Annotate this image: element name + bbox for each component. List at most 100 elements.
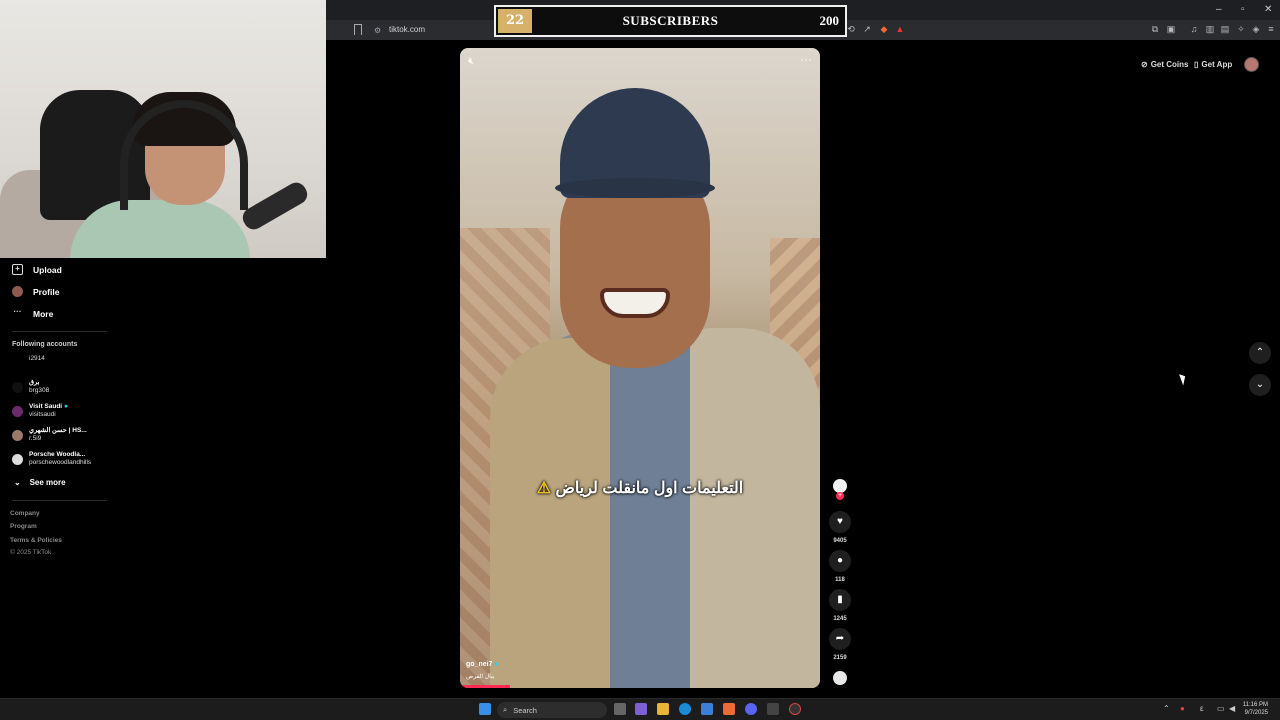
leo-icon[interactable]: ✧ bbox=[1236, 24, 1246, 34]
music-icon[interactable]: ♫ bbox=[1189, 24, 1199, 34]
account-handle: i2914 bbox=[29, 354, 45, 362]
vpn-icon[interactable]: ◈ bbox=[1251, 24, 1261, 34]
taskbar-search[interactable]: ⌕ Search bbox=[497, 702, 607, 718]
subscriber-label: SUBSCRIBERS bbox=[622, 13, 719, 28]
maximize-icon[interactable]: ▫ bbox=[1241, 4, 1245, 15]
search-icon: ⌕ bbox=[503, 705, 508, 714]
account-handle: visitsaudi bbox=[29, 411, 56, 418]
save-action[interactable]: ▮ 1245 bbox=[828, 589, 852, 622]
see-more-button[interactable]: ⌄ See more bbox=[14, 478, 66, 487]
brave-icon[interactable] bbox=[723, 703, 735, 715]
like-count: 9405 bbox=[833, 538, 847, 544]
system-clock[interactable]: 11:16 PM 9/7/2025 bbox=[1243, 701, 1268, 717]
wallet-icon[interactable]: ▣ bbox=[1166, 24, 1176, 34]
extensions-icon[interactable]: ⧉ bbox=[1150, 24, 1160, 34]
sidebar-item-upload[interactable]: + Upload bbox=[12, 264, 62, 275]
following-account[interactable]: برق brg308 bbox=[12, 379, 49, 395]
app-icon[interactable] bbox=[789, 703, 801, 715]
windows-taskbar: ⌕ Search ⌃ ● ε ▭ ◀ 11:16 PM 9/7/2025 bbox=[0, 698, 1280, 720]
share-arrow-icon[interactable]: ➦ bbox=[829, 628, 851, 650]
share-icon[interactable]: ↗ bbox=[862, 24, 872, 34]
music-disc-icon[interactable] bbox=[833, 671, 847, 685]
comment-icon[interactable]: ● bbox=[829, 550, 851, 572]
obs-icon[interactable] bbox=[767, 703, 779, 715]
task-view-icon[interactable] bbox=[614, 703, 626, 715]
following-account[interactable]: Porsche Woodla... porschewoodlandhills bbox=[12, 451, 91, 467]
person-mouth bbox=[600, 288, 670, 318]
site-info-icon[interactable]: ⚙ bbox=[374, 26, 381, 35]
video-caption: التعليمات اول مانقلت لرياض ⚠ bbox=[536, 480, 744, 497]
language-icon[interactable]: ε bbox=[1200, 704, 1204, 713]
more-options-icon[interactable]: ··· bbox=[800, 52, 812, 66]
clock-date: 9/7/2025 bbox=[1244, 710, 1268, 716]
account-avatar bbox=[12, 381, 23, 393]
sidebar-item-more[interactable]: ··· More bbox=[12, 307, 54, 319]
account-avatar bbox=[12, 405, 23, 417]
chevron-down-icon: ⌄ bbox=[14, 478, 21, 487]
sidebar-item-profile[interactable]: Profile bbox=[12, 286, 59, 297]
subscriber-goal: 200 bbox=[819, 13, 840, 28]
video-player[interactable]: التعليمات اول مانقلت لرياض ⚠ 🔇︎ ··· go_n… bbox=[460, 48, 820, 688]
account-name: برق bbox=[29, 379, 40, 386]
start-icon[interactable] bbox=[479, 703, 491, 715]
brave-shield-icon[interactable]: ◆ bbox=[879, 24, 889, 34]
copilot-icon[interactable] bbox=[635, 703, 647, 715]
repost-icon[interactable]: ⟲ bbox=[846, 24, 856, 34]
get-app-label: Get App bbox=[1201, 60, 1233, 69]
footer-link-company[interactable]: Company bbox=[10, 510, 40, 517]
bookmark-icon[interactable]: ▮ bbox=[829, 589, 851, 611]
account-name: Visit Saudi ● bbox=[29, 403, 68, 410]
following-account[interactable]: i2914 bbox=[12, 353, 45, 364]
close-icon[interactable]: ✕ bbox=[1264, 4, 1272, 15]
get-coins-label: Get Coins bbox=[1150, 60, 1189, 69]
sidebar-icon[interactable]: ▥ bbox=[1205, 24, 1215, 34]
share-count: 2159 bbox=[833, 655, 847, 661]
video-username[interactable]: go_nei7 ● bbox=[466, 661, 499, 668]
footer-link-terms[interactable]: Terms & Policies bbox=[10, 537, 62, 544]
chevron-up-icon[interactable]: ⌃ bbox=[1249, 342, 1271, 364]
mic-icon[interactable]: ● bbox=[1180, 704, 1185, 713]
follow-plus-icon[interactable]: + bbox=[836, 492, 844, 500]
store-icon[interactable] bbox=[701, 703, 713, 715]
person-vest-left bbox=[490, 338, 610, 688]
heart-icon[interactable]: ♥ bbox=[829, 511, 851, 533]
wallet2-icon[interactable]: ▤ bbox=[1220, 24, 1230, 34]
edge-icon[interactable] bbox=[679, 703, 691, 715]
video-progress-bar[interactable] bbox=[460, 685, 510, 688]
warning-icon: ⚠ bbox=[536, 480, 552, 497]
creator-avatar[interactable] bbox=[833, 479, 847, 493]
see-more-label: See more bbox=[29, 478, 66, 487]
microphone bbox=[239, 178, 311, 234]
footer-link-program[interactable]: Program bbox=[10, 523, 37, 530]
volume-icon[interactable]: ◀ bbox=[1229, 704, 1235, 713]
following-accounts-title: Following accounts bbox=[12, 341, 78, 348]
copyright: © 2025 TikTok bbox=[10, 549, 52, 556]
bookmark-icon[interactable] bbox=[354, 24, 362, 35]
share-action[interactable]: ➦ 2159 bbox=[828, 628, 852, 661]
comment-action[interactable]: ● 118 bbox=[828, 550, 852, 583]
get-coins-button[interactable]: ⊘ Get Coins bbox=[1141, 57, 1188, 72]
user-avatar[interactable] bbox=[1244, 57, 1259, 72]
cap-brim bbox=[555, 178, 715, 198]
account-avatar bbox=[12, 353, 23, 364]
account-handle: brg308 bbox=[29, 387, 50, 394]
clock-time: 11:16 PM bbox=[1242, 702, 1268, 708]
minimize-icon[interactable]: – bbox=[1216, 4, 1222, 15]
url-text[interactable]: tiktok.com bbox=[389, 25, 425, 34]
discord-icon[interactable] bbox=[745, 703, 757, 715]
network-icon[interactable]: ▭ bbox=[1217, 704, 1225, 713]
like-action[interactable]: ♥ 9405 bbox=[828, 511, 852, 544]
rewards-icon[interactable]: ▲ bbox=[895, 24, 905, 34]
get-app-button[interactable]: ▯ Get App bbox=[1194, 57, 1232, 72]
divider bbox=[12, 500, 107, 501]
more-icon: ··· bbox=[13, 307, 22, 316]
tray-chevron-icon[interactable]: ⌃ bbox=[1163, 704, 1170, 713]
following-account[interactable]: حسن الشهري | HS... r.5i9 bbox=[12, 427, 87, 443]
profile-avatar bbox=[12, 286, 23, 297]
file-explorer-icon[interactable] bbox=[657, 703, 669, 715]
chevron-down-icon[interactable]: ⌄ bbox=[1249, 374, 1271, 396]
account-name: Porsche Woodla... bbox=[29, 451, 86, 458]
mute-icon[interactable]: 🔇︎ bbox=[468, 56, 474, 67]
menu-icon[interactable]: ≡ bbox=[1266, 24, 1276, 34]
following-account[interactable]: Visit Saudi ● visitsaudi bbox=[12, 403, 68, 419]
